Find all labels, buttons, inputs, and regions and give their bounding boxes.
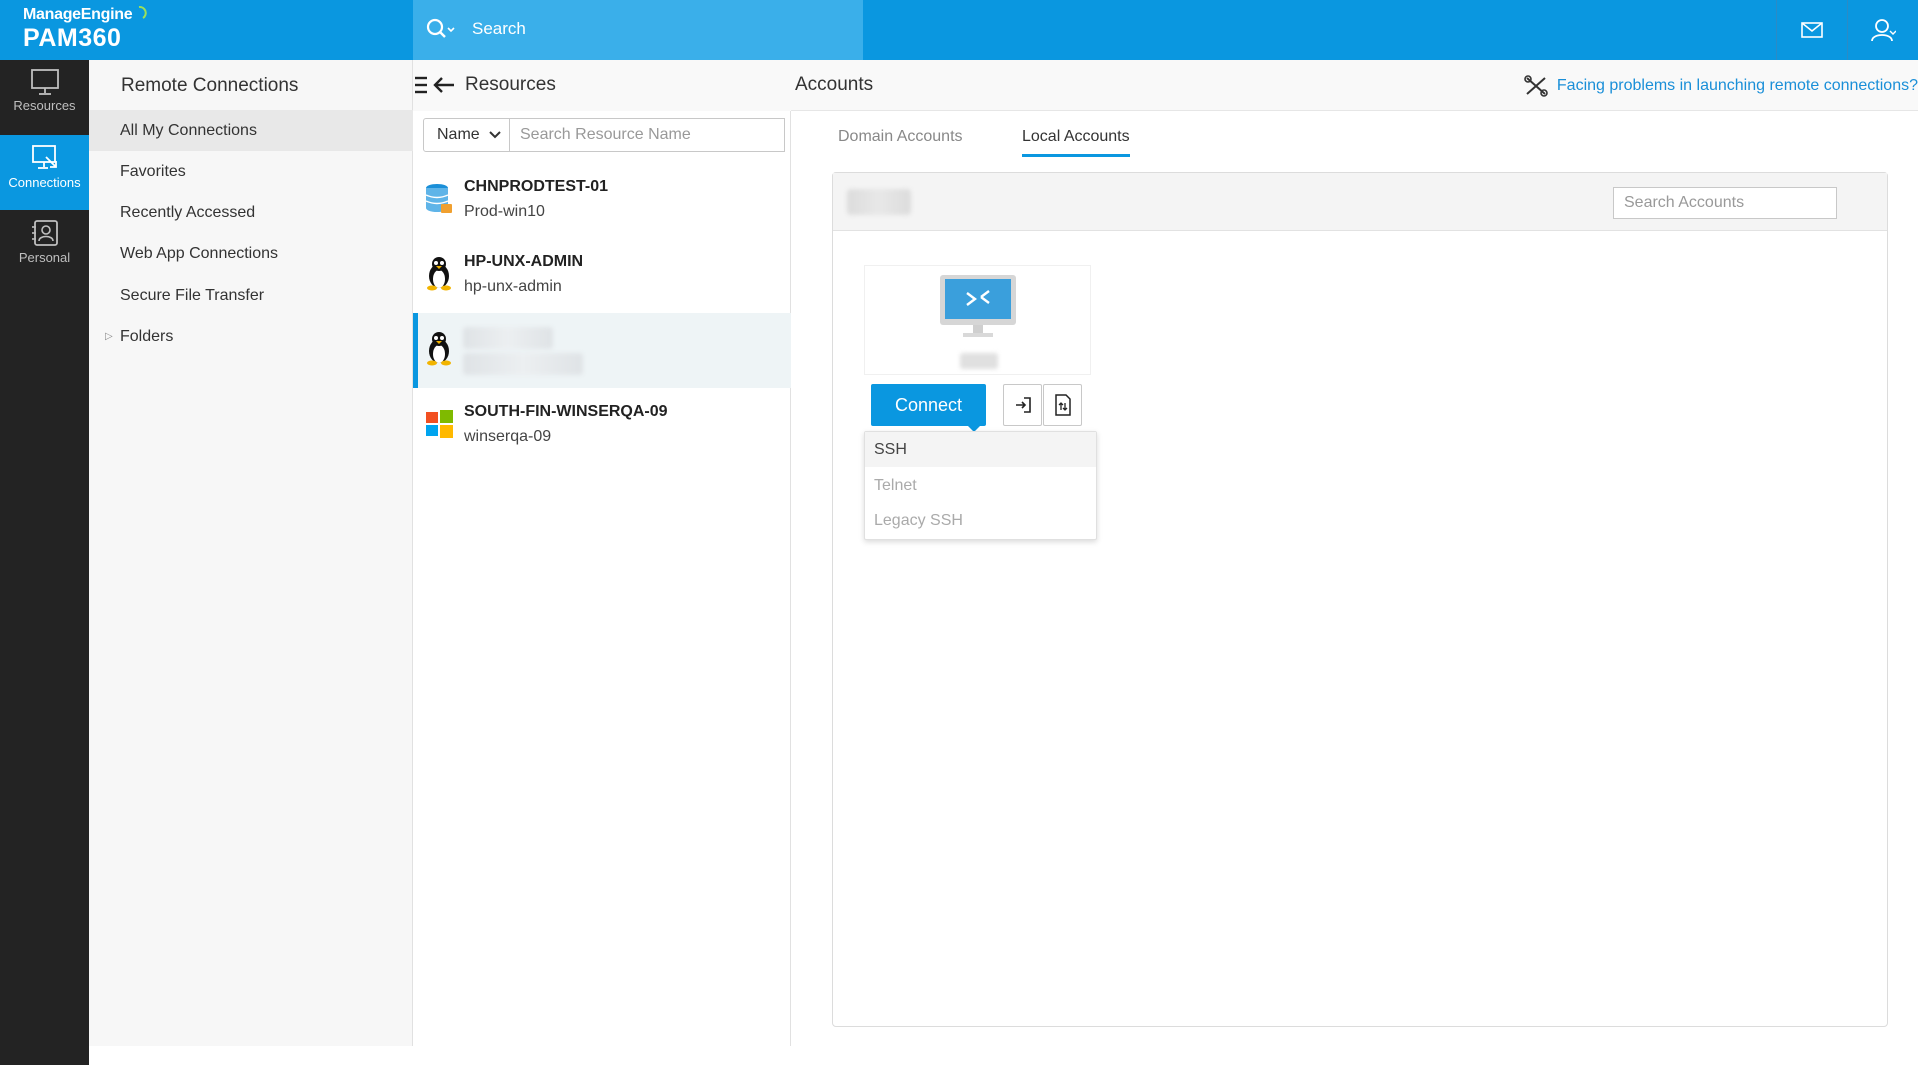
accounts-card-header: Search Accounts [833, 173, 1887, 231]
user-icon [1871, 19, 1896, 42]
mail-icon [1801, 22, 1823, 38]
resource-account: hp-unx-admin [464, 278, 562, 295]
tab-local-accounts[interactable]: Local Accounts [1022, 128, 1130, 157]
rail-label-connections: Connections [8, 175, 81, 190]
redacted-resource-title [847, 189, 911, 215]
help-link[interactable]: Facing problems in launching remote conn… [1524, 75, 1918, 97]
resource-item[interactable]: CHNPRODTEST-01 Prod-win10 [413, 163, 791, 238]
database-icon [425, 184, 452, 213]
windows-icon [426, 410, 453, 438]
resource-filter: Name Search Resource Name [423, 118, 785, 152]
accounts-card: Search Accounts Connect SSH Telnet Legac… [832, 172, 1888, 1027]
help-link-text: Facing problems in launching remote conn… [1556, 77, 1918, 94]
protocol-option-ssh[interactable]: SSH [865, 432, 1096, 467]
resources-pane: Resources Name Search Resource Name CHNP… [413, 60, 791, 1046]
personal-icon [31, 220, 58, 246]
resource-name: HP-UNX-ADMIN [464, 253, 584, 270]
resource-account: Prod-win10 [464, 203, 545, 220]
resource-item[interactable]: SOUTH-FIN-WINSERQA-09 winserqa-09 [413, 388, 791, 463]
remote-connections-pane: Remote Connections All My Connections Fa… [89, 60, 413, 1046]
linux-icon [427, 332, 451, 366]
nav-label-folders: Folders [120, 328, 174, 345]
resource-filter-value: Name [437, 126, 480, 143]
rail-label-personal: Personal [18, 250, 71, 265]
logo-arc-icon [138, 5, 147, 19]
rail-label-resources: Resources [13, 98, 76, 113]
redacted-account-name [960, 353, 998, 369]
linux-icon [427, 257, 451, 291]
redacted-resource-account [463, 353, 583, 375]
resource-search-input[interactable]: Search Resource Name [510, 118, 785, 152]
remote-desktop-icon [940, 275, 1016, 337]
nav-item-secure-file-transfer[interactable]: Secure File Transfer [89, 275, 413, 316]
search-icon [426, 18, 455, 38]
file-transfer-button[interactable] [1043, 384, 1082, 426]
remote-connections-title: Remote Connections [121, 75, 299, 96]
product-logo[interactable]: ManageEngine PAM360 [23, 5, 153, 55]
connect-button[interactable]: Connect [871, 384, 986, 432]
rail-item-resources[interactable]: Resources [0, 60, 89, 135]
tools-icon [1524, 75, 1548, 97]
resource-account: winserqa-09 [464, 428, 552, 445]
resources-header: Resources [413, 60, 791, 111]
login-icon [1015, 397, 1031, 413]
nav-item-recently-accessed[interactable]: Recently Accessed [89, 192, 413, 233]
rail-item-personal[interactable]: Personal [0, 210, 89, 285]
login-button[interactable] [1003, 384, 1042, 426]
resource-item-selected[interactable] [413, 313, 791, 388]
menu-collapse-icon [415, 76, 454, 94]
collapse-menu-icon[interactable] [414, 75, 454, 101]
brand-name: ManageEngine [23, 6, 133, 23]
accounts-title: Accounts [795, 74, 874, 95]
nav-item-web-app-connections[interactable]: Web App Connections [89, 233, 413, 274]
messages-button[interactable] [1776, 0, 1847, 60]
monitor-icon [30, 69, 59, 95]
user-menu-button[interactable] [1847, 0, 1918, 60]
nav-item-all-my-connections[interactable]: All My Connections [89, 110, 413, 151]
redacted-resource-name [463, 327, 553, 349]
top-bar: ManageEngine PAM360 Search [0, 0, 1918, 60]
chevron-down-icon [489, 131, 501, 139]
resource-name: SOUTH-FIN-WINSERQA-09 [464, 403, 668, 420]
protocol-dropdown: SSH Telnet Legacy SSH [864, 431, 1097, 540]
expand-arrow-icon[interactable]: ▷ [105, 316, 113, 357]
global-search-placeholder: Search [472, 19, 526, 38]
protocol-option-telnet[interactable]: Telnet [865, 468, 1096, 503]
rail-item-connections[interactable]: Connections [0, 135, 89, 210]
product-name: PAM360 [23, 24, 122, 52]
tab-domain-accounts[interactable]: Domain Accounts [838, 128, 963, 146]
global-search[interactable]: Search [413, 0, 863, 60]
resource-filter-select[interactable]: Name [423, 118, 510, 152]
search-accounts-input[interactable]: Search Accounts [1613, 187, 1837, 219]
nav-item-folders[interactable]: ▷ Folders [89, 316, 413, 357]
accounts-pane: Accounts Facing problems in launching re… [791, 60, 1918, 1046]
account-tile[interactable] [864, 265, 1091, 375]
protocol-option-legacy-ssh[interactable]: Legacy SSH [865, 503, 1096, 538]
resource-item[interactable]: HP-UNX-ADMIN hp-unx-admin [413, 238, 791, 313]
resources-title: Resources [465, 74, 556, 95]
connections-icon [31, 145, 57, 169]
file-transfer-icon [1054, 394, 1071, 416]
left-rail: Resources Connections Personal [0, 60, 89, 1065]
nav-item-favorites[interactable]: Favorites [89, 151, 413, 192]
resource-name: CHNPRODTEST-01 [464, 178, 609, 195]
accounts-header: Accounts Facing problems in launching re… [791, 60, 1918, 111]
